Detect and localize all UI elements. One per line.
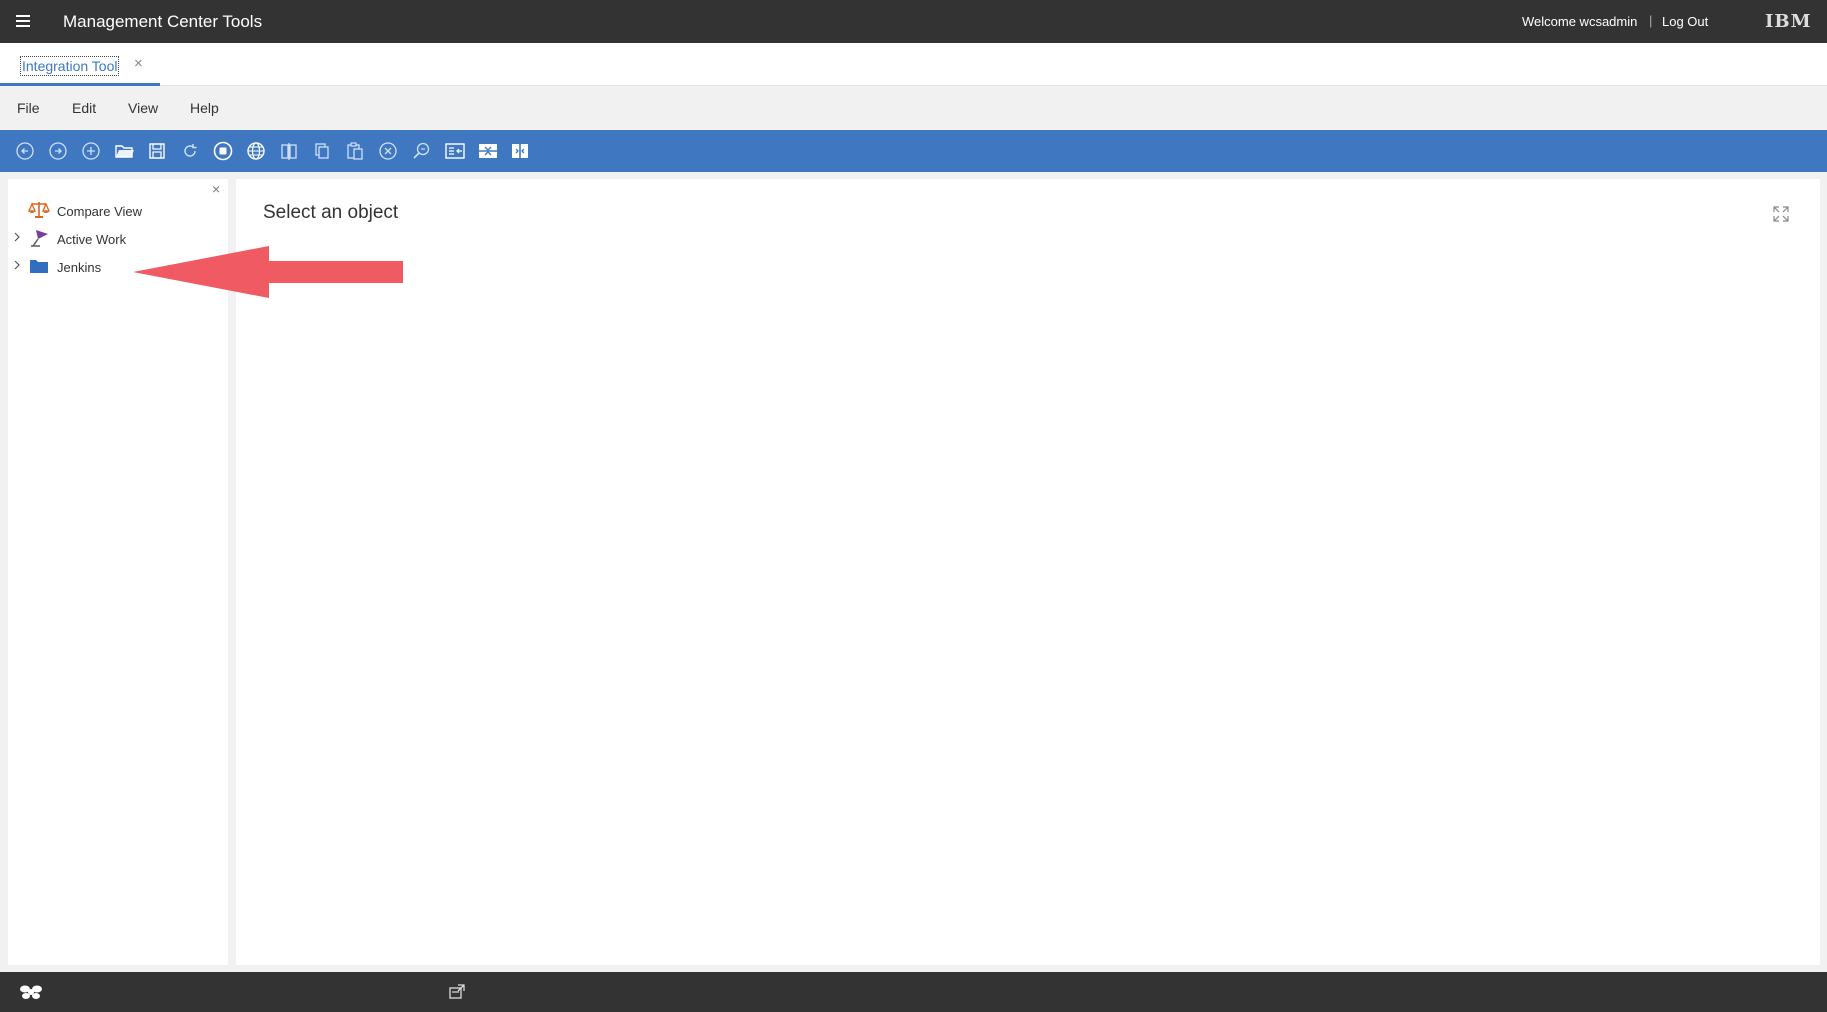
maximize-icon[interactable] [1772, 205, 1790, 223]
header-bar: Management Center Tools Welcome wcsadmin… [0, 0, 1827, 43]
expand-chevron-icon[interactable] [13, 231, 21, 246]
tab-close-icon[interactable]: × [134, 55, 143, 72]
annotation-arrow [133, 246, 403, 298]
main-title: Select an object [263, 202, 399, 223]
popout-icon[interactable] [448, 983, 466, 1001]
logout-link[interactable]: Log Out [1662, 14, 1708, 29]
delete-icon[interactable] [378, 141, 398, 161]
menu-bar: File Edit View Help [0, 86, 1827, 130]
forward-icon[interactable] [48, 141, 68, 161]
welcome-text: Welcome wcsadmin [1522, 14, 1638, 29]
toolbar [0, 130, 1827, 172]
expand-chevron-icon[interactable] [13, 259, 21, 274]
main-panel: Select an object [236, 179, 1820, 965]
header-separator: | [1649, 13, 1653, 28]
tab-integration-tool[interactable]: Integration Tool × [0, 43, 160, 86]
menu-help[interactable]: Help [190, 100, 219, 116]
ibm-logo: IBM [1765, 11, 1812, 32]
tree-item-label: Jenkins [57, 260, 102, 275]
tree-item-compare-view[interactable]: Compare View [8, 200, 228, 224]
merge-icon[interactable] [477, 141, 497, 161]
tab-label[interactable]: Integration Tool [20, 56, 120, 76]
stop-icon[interactable] [213, 141, 233, 161]
app-title: Management Center Tools [63, 12, 263, 31]
folder-icon [28, 256, 50, 276]
copy-icon[interactable] [312, 141, 332, 161]
refresh-icon[interactable] [180, 141, 200, 161]
split-icon[interactable] [510, 141, 530, 161]
tree-item-label: Active Work [57, 232, 127, 247]
find-icon[interactable] [411, 141, 431, 161]
tree-item-label: Compare View [57, 204, 143, 219]
explorer-close-icon[interactable]: × [212, 181, 220, 197]
save-icon[interactable] [147, 141, 167, 161]
scales-icon [28, 200, 50, 220]
globe-icon[interactable] [246, 141, 266, 161]
compare-icon[interactable] [279, 141, 299, 161]
menu-view[interactable]: View [128, 100, 158, 116]
hamburger-menu-icon[interactable] [16, 15, 30, 27]
tab-bar: Integration Tool × [0, 43, 1827, 86]
paste-icon[interactable] [345, 141, 365, 161]
open-icon[interactable] [114, 141, 134, 161]
footer-bar [0, 972, 1827, 1012]
workspace-icon [28, 228, 50, 248]
bee-logo-icon[interactable] [18, 982, 42, 1002]
back-icon[interactable] [15, 141, 35, 161]
menu-edit[interactable]: Edit [72, 100, 96, 116]
import-icon[interactable] [444, 141, 465, 161]
new-icon[interactable] [81, 141, 101, 161]
menu-file[interactable]: File [17, 100, 40, 116]
